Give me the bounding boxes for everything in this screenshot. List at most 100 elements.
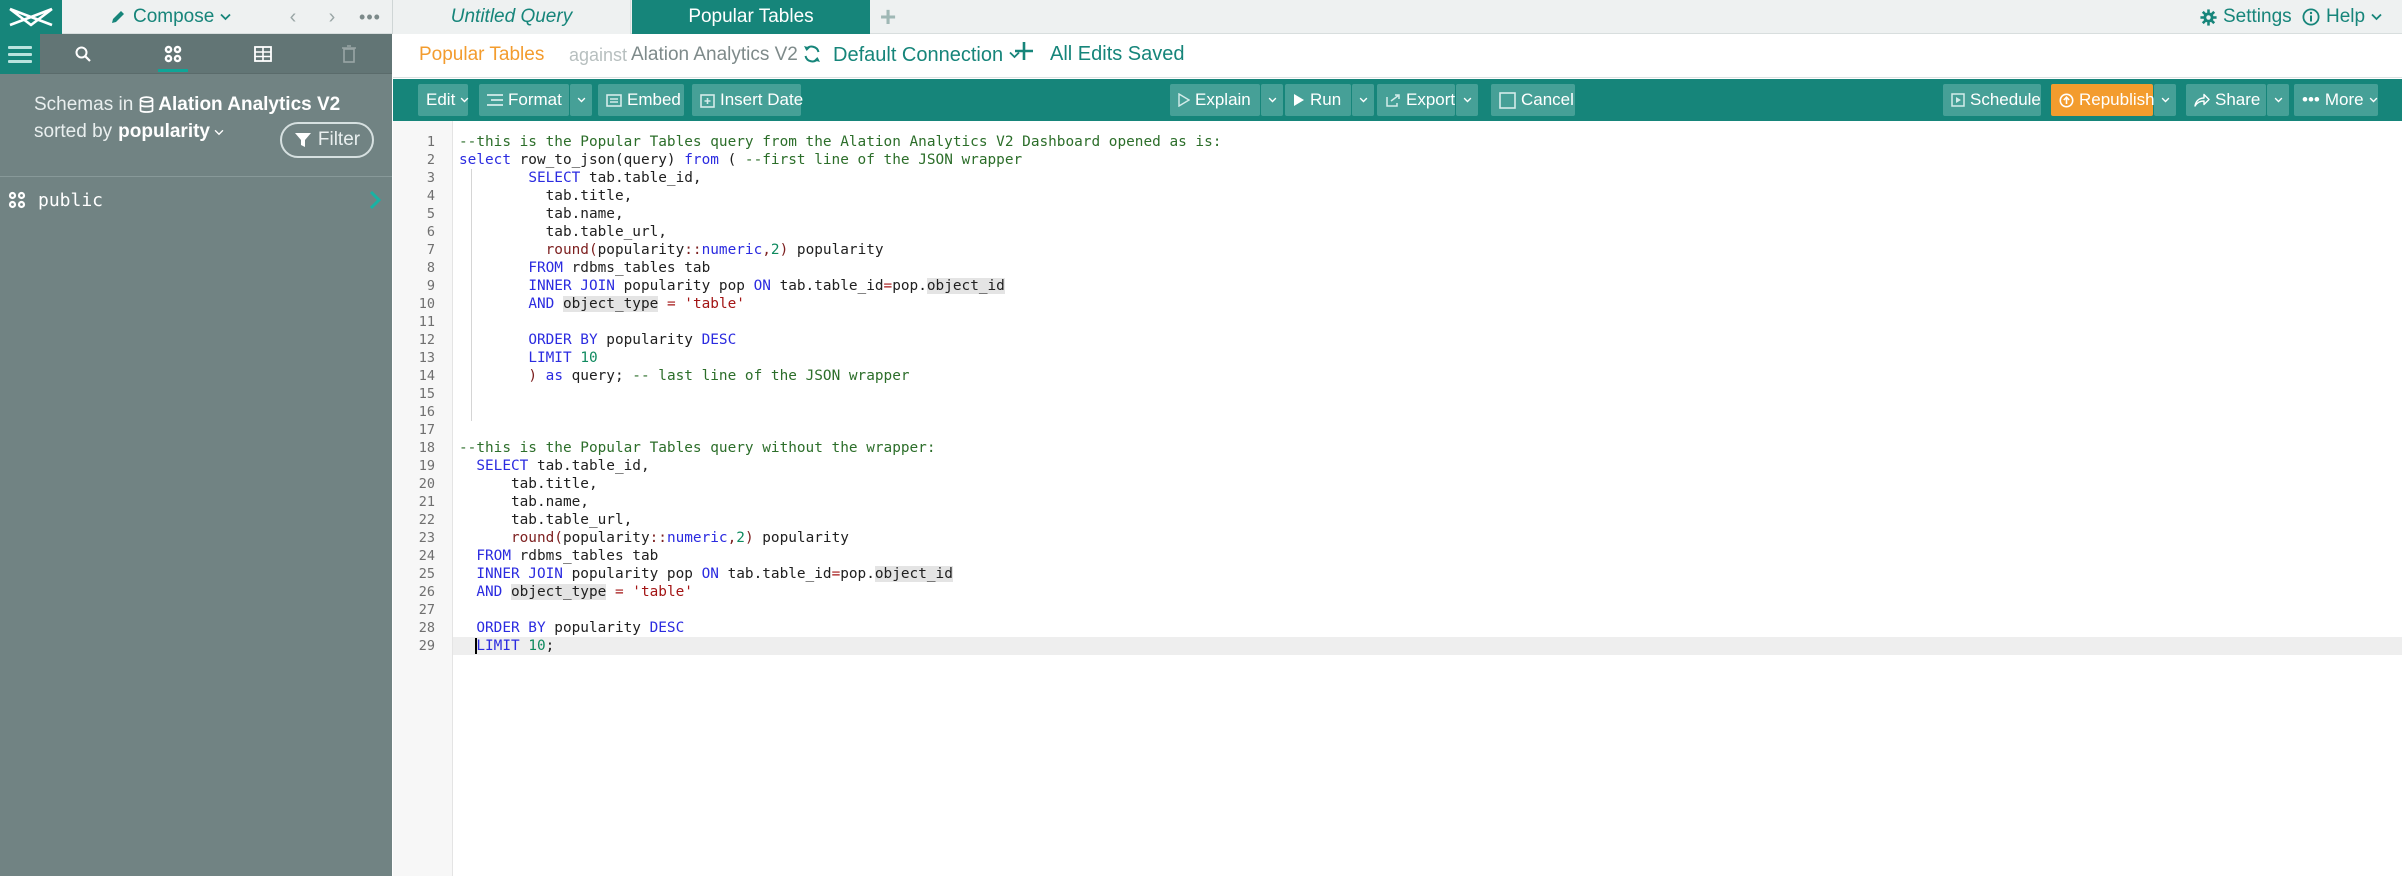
tab-untitled-query[interactable]: Untitled Query (393, 0, 631, 34)
filter-button[interactable]: Filter (280, 122, 374, 158)
code-line[interactable]: 13 LIMIT 10 (419, 349, 2402, 367)
edit-menu-button[interactable]: Edit (418, 84, 469, 116)
explain-options-toggle[interactable] (1261, 84, 1283, 116)
code-line[interactable]: 10 AND object_type = 'table' (419, 295, 2402, 313)
code-line[interactable]: 24 FROM rdbms_tables tab (419, 547, 2402, 565)
code-line[interactable]: 12 ORDER BY popularity DESC (419, 331, 2402, 349)
code-line[interactable]: 18 --this is the Popular Tables query wit… (419, 439, 2402, 457)
code-area[interactable]: 1 --this is the Popular Tables query from… (419, 121, 2402, 876)
sql-editor[interactable]: 1 --this is the Popular Tables query from… (393, 121, 2402, 876)
cancel-button[interactable]: Cancel (1491, 84, 1575, 116)
datasource-name[interactable]: Alation Analytics V2 (631, 44, 798, 66)
sidebar-tables-icon[interactable] (234, 34, 292, 74)
code-token: round( (545, 242, 598, 258)
republish-options-toggle[interactable] (2154, 84, 2176, 116)
run-label: Run (1310, 90, 1342, 109)
add-connection-plus-icon[interactable] (1013, 40, 1035, 62)
chevron-right-icon[interactable] (368, 190, 382, 210)
code-token: ORDER BY (528, 332, 598, 348)
explain-button[interactable]: Explain (1170, 84, 1260, 116)
code-line[interactable]: 7 round(popularity::numeric,2) popularit… (427, 241, 2402, 259)
export-button[interactable]: Export (1377, 84, 1455, 116)
code-line[interactable]: 16 (419, 403, 2402, 421)
trash-icon[interactable] (320, 34, 378, 74)
code-line[interactable]: 5 tab.name, (427, 205, 2402, 223)
more-dots-icon[interactable]: ••• (358, 5, 382, 29)
code-line[interactable]: 4 tab.title, (427, 187, 2402, 205)
chevron-down-icon (1359, 97, 1367, 103)
code-token: -- last line of the JSON wrapper (632, 368, 910, 384)
schema-list-item[interactable]: public (0, 184, 392, 216)
code-line[interactable]: 29 LIMIT 10; (419, 637, 2402, 655)
share-options-toggle[interactable] (2267, 84, 2289, 116)
code-line[interactable]: 20 tab.title, (419, 475, 2402, 493)
code-token: SELECT (476, 458, 529, 474)
export-options-toggle[interactable] (1456, 84, 1478, 116)
embed-button[interactable]: Embed (598, 84, 684, 116)
code-line[interactable]: 25 INNER JOIN popularity pop ON tab.tabl… (419, 565, 2402, 583)
code-line[interactable]: 2 select row_to_json(query) from ( --firs… (427, 151, 2402, 169)
republish-label: Republish (2079, 90, 2155, 109)
run-button[interactable]: Run (1285, 84, 1351, 116)
connection-selector[interactable]: Default Connection (833, 42, 1020, 68)
code-token: from (684, 152, 719, 168)
query-title[interactable]: Popular Tables (419, 44, 544, 66)
line-number: 4 (426, 188, 435, 204)
code-line[interactable]: 26 AND object_type = 'table' (419, 583, 2402, 601)
format-button[interactable]: Format (479, 84, 569, 116)
code-line[interactable]: 28 ORDER BY popularity DESC (419, 619, 2402, 637)
code-token: 2 (736, 530, 745, 546)
sort-selector[interactable]: sorted by popularity (34, 121, 224, 143)
back-arrow-icon[interactable]: ‹ (281, 5, 305, 29)
tab-popular-tables[interactable]: Popular Tables (632, 0, 870, 34)
code-line[interactable]: 17 (419, 421, 2402, 439)
code-line[interactable]: 11 (419, 313, 2402, 331)
format-options-toggle[interactable] (570, 84, 592, 116)
sidebar-search-icon[interactable] (54, 34, 112, 74)
code-line[interactable]: 23 round(popularity::numeric,2) populari… (419, 529, 2402, 547)
more-menu-button[interactable]: ••• More (2294, 84, 2378, 116)
code-token: LIMIT (476, 638, 520, 654)
sidebar-schemas-icon[interactable] (144, 34, 202, 74)
code-token: numeric (701, 242, 763, 258)
code-text: tab.table_url, (459, 511, 632, 529)
code-line[interactable]: 15 (419, 385, 2402, 403)
code-line[interactable]: 8 FROM rdbms_tables tab (427, 259, 2402, 277)
share-button[interactable]: Share (2186, 84, 2266, 116)
code-line[interactable]: 19 SELECT tab.table_id, (419, 457, 2402, 475)
code-line[interactable]: 22 tab.table_url, (419, 511, 2402, 529)
code-line[interactable]: 21 tab.name, (419, 493, 2402, 511)
code-line[interactable]: 3 SELECT tab.table_id, (427, 169, 2402, 187)
code-line[interactable]: 27 (419, 601, 2402, 619)
code-line[interactable]: 14 ) as query; -- last line of the JSON … (419, 367, 2402, 385)
play-icon (1293, 93, 1305, 107)
settings-label: Settings (2223, 6, 2292, 27)
code-line[interactable]: 6 tab.table_url, (427, 223, 2402, 241)
schedule-button[interactable]: Schedule (1943, 84, 2041, 116)
code-line[interactable]: 1 --this is the Popular Tables query from… (427, 133, 2402, 151)
compose-menu-button[interactable]: Compose (110, 4, 231, 30)
insert-date-button[interactable]: Insert Date (692, 84, 803, 116)
code-line[interactable]: 9 INNER JOIN popularity pop ON tab.table… (427, 277, 2402, 295)
hamburger-menu-icon[interactable] (0, 34, 40, 74)
code-token: LIMIT (528, 350, 572, 366)
alation-logo-icon[interactable] (0, 0, 62, 34)
embed-label: Embed (627, 90, 681, 109)
line-number: 21 (418, 494, 435, 510)
code-token: tab.table_id (770, 278, 884, 294)
edit-label: Edit (426, 90, 456, 109)
republish-button[interactable]: Republish (2051, 84, 2155, 116)
run-options-toggle[interactable] (1352, 84, 1374, 116)
line-number: 5 (426, 206, 435, 222)
settings-link[interactable]: Settings (2200, 5, 2292, 29)
new-tab-plus-icon[interactable]: + (874, 1, 902, 32)
help-menu[interactable]: Help (2302, 5, 2382, 29)
code-token: , (727, 530, 737, 546)
refresh-icon[interactable] (802, 44, 822, 64)
forward-arrow-icon[interactable]: › (320, 5, 344, 29)
